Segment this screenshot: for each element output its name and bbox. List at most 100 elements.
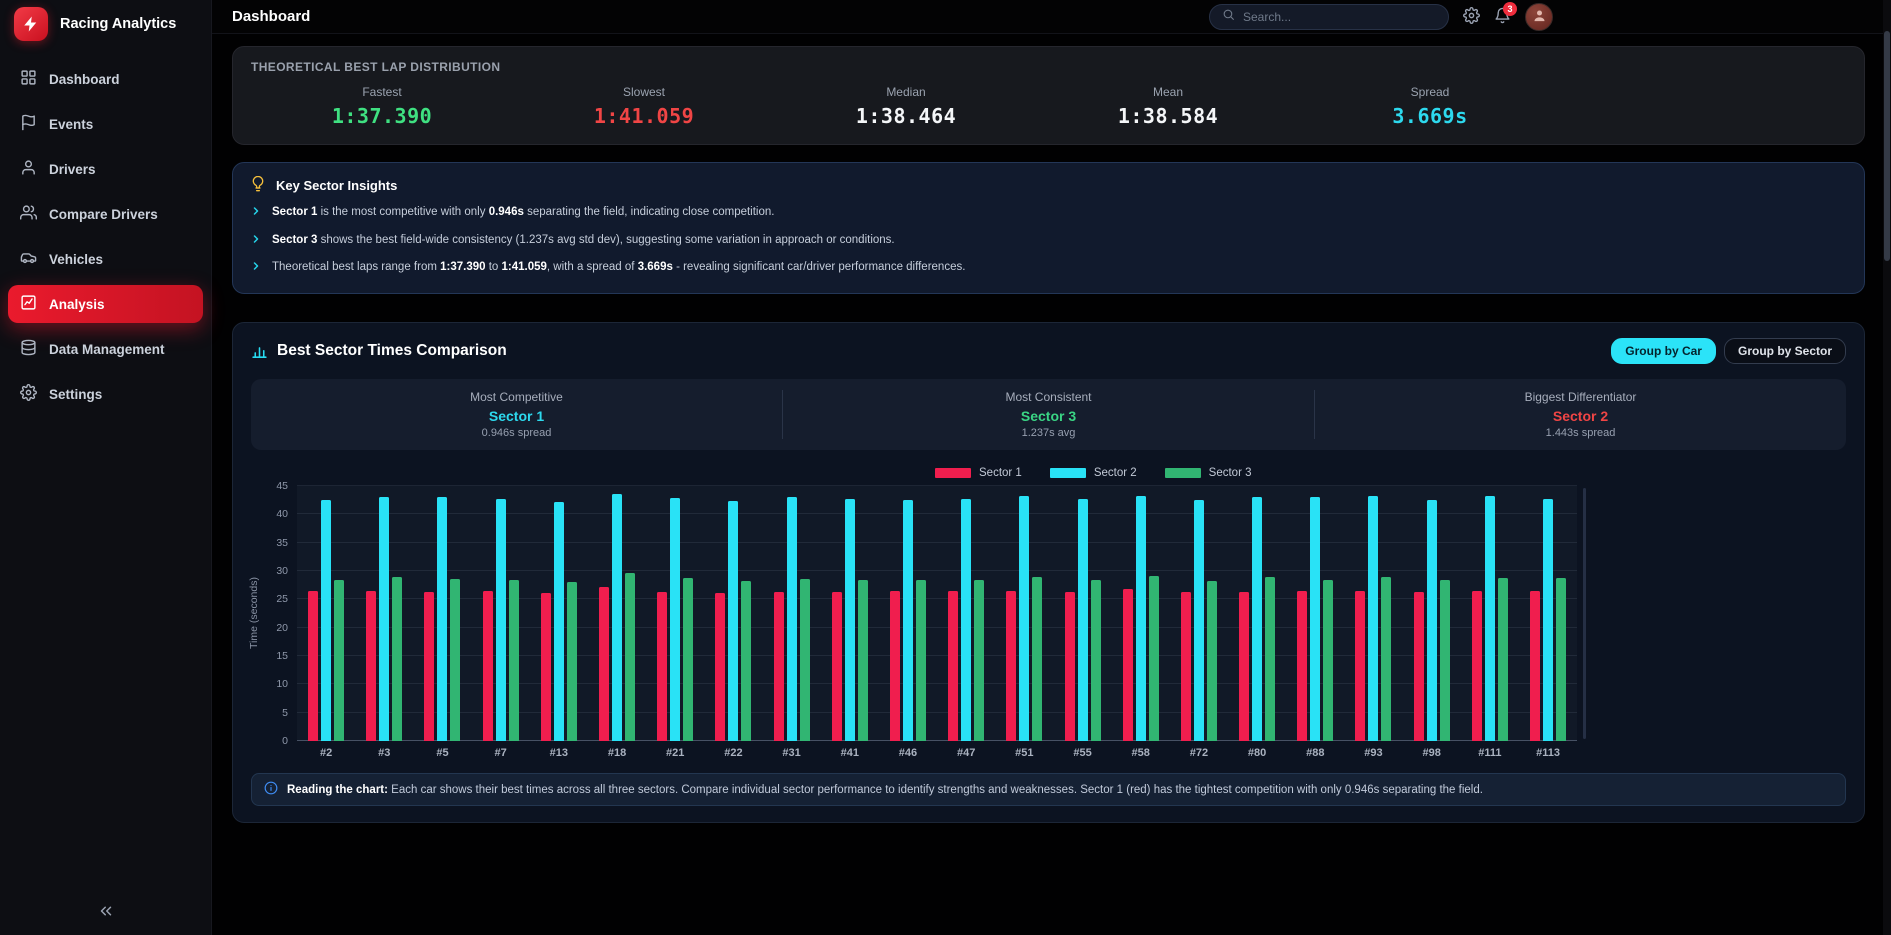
y-tick-label: 20 (276, 621, 288, 634)
sidebar-item-label: Analysis (49, 296, 105, 312)
bar-group-2 (297, 486, 355, 742)
bar-group-47 (937, 486, 995, 742)
y-tick-label: 40 (276, 508, 288, 521)
x-tick-label: #13 (549, 747, 569, 760)
bar-group-5 (413, 486, 471, 742)
group-by-car-button[interactable]: Group by Car (1611, 338, 1716, 365)
lap-stat-mean: Mean 1:38.584 (1037, 85, 1299, 128)
user-avatar[interactable] (1525, 2, 1553, 31)
bar-group-80 (1228, 486, 1286, 742)
bar-sector-1-93 (1355, 590, 1366, 742)
y-tick-label: 45 (276, 480, 288, 493)
bar-sector-2-47 (961, 499, 972, 742)
settings-button[interactable] (1463, 6, 1480, 27)
bar-sector-1-18 (599, 587, 610, 742)
insights-title-row: Key Sector Insights (250, 175, 1847, 195)
user-icon (20, 159, 37, 179)
page-scrollbar[interactable] (1883, 0, 1891, 935)
bar-sector-1-88 (1297, 591, 1308, 742)
bar-group-72 (1170, 486, 1228, 742)
sidebar-item-data-management[interactable]: Data Management (8, 330, 203, 368)
sidebar-item-events[interactable]: Events (8, 105, 203, 143)
y-axis-ticks: 0 5 10 15 20 25 30 35 40 45 (261, 480, 291, 747)
stat-value: 1:41.059 (593, 104, 695, 128)
sidebar-collapse-button[interactable] (0, 902, 211, 923)
lap-stat-spread: Spread 3.669s (1299, 85, 1561, 128)
x-tick-label: #88 (1306, 747, 1325, 760)
stat-label: Spread (1410, 85, 1450, 99)
users-icon (20, 204, 38, 224)
x-tick-label: #47 (956, 747, 976, 760)
grid-icon (20, 69, 37, 89)
bar-sector-1-51 (1006, 590, 1017, 742)
highlight-label: Most Consistent (1005, 390, 1092, 405)
x-axis-labels: #2 #3 #5 #7 #13 #18 #21 #22 #31 #41 #46 #47 #51 #55 #5… (297, 747, 1577, 759)
sidebar-item-settings[interactable]: Settings (8, 375, 203, 413)
bar-sector-1-31 (773, 592, 784, 742)
bar-sector-3-22 (741, 580, 752, 742)
bar-sector-3-5 (450, 578, 461, 742)
legend-item-sector-1[interactable]: Sector 1 (935, 467, 1022, 479)
bar-sector-2-111 (1484, 496, 1495, 742)
sidebar-item-compare-drivers[interactable]: Compare Drivers (8, 195, 203, 233)
stat-label: Mean (1152, 85, 1184, 99)
search-icon (1222, 8, 1235, 26)
bar-sector-3-21 (683, 577, 694, 742)
bar-group-13 (530, 486, 588, 742)
flag-icon (20, 114, 37, 134)
sidebar-item-label: Settings (49, 386, 103, 402)
x-tick-label: #7 (494, 747, 507, 760)
chart-legend: Sector 1 Sector 2 Sector 3 (935, 467, 1852, 479)
group-by-sector-button[interactable]: Group by Sector (1723, 338, 1846, 365)
highlight-sub: 1.443s spread (1545, 427, 1616, 440)
search-box[interactable] (1209, 3, 1449, 30)
stat-value: 3.669s (1392, 104, 1468, 128)
bar-sector-2-21 (670, 497, 681, 742)
x-tick-label: #22 (724, 747, 743, 760)
bar-sector-2-41 (844, 498, 855, 742)
bar-group-88 (1286, 486, 1344, 742)
bar-groups (297, 486, 1577, 742)
scrollbar-thumb[interactable] (1884, 31, 1890, 261)
chart-plot[interactable] (297, 485, 1586, 742)
chart-icon (20, 294, 37, 314)
topbar: Dashboard 3 (212, 0, 1891, 34)
sector-comparison-card: Best Sector Times Comparison Group by Ca… (232, 322, 1865, 824)
y-tick-label: 15 (276, 650, 288, 663)
bar-sector-1-72 (1180, 592, 1191, 742)
lap-stat-fastest: Fastest 1:37.390 (251, 85, 513, 128)
bar-sector-1-55 (1064, 592, 1075, 742)
x-tick-label: #113 (1536, 747, 1560, 760)
bar-sector-2-113 (1543, 498, 1554, 742)
sidebar-item-dashboard[interactable]: Dashboard (8, 60, 203, 98)
x-tick-label: #46 (898, 747, 918, 760)
bar-group-98 (1403, 486, 1461, 742)
lap-distribution-card: THEORETICAL BEST LAP DISTRIBUTION Fastes… (232, 46, 1865, 145)
sidebar-item-analysis[interactable]: Analysis (8, 285, 203, 323)
bar-sector-1-13 (540, 592, 551, 742)
sidebar-item-vehicles[interactable]: Vehicles (8, 240, 203, 278)
notifications-button[interactable]: 3 (1494, 1, 1517, 27)
sidebar-item-label: Data Management (49, 341, 165, 357)
chevron-right-icon (250, 259, 262, 278)
bar-sector-2-2 (321, 500, 332, 742)
bar-sector-3-18 (625, 573, 636, 742)
bar-group-22 (704, 486, 762, 742)
y-tick-label: 35 (276, 536, 288, 549)
legend-item-sector-2[interactable]: Sector 2 (1049, 467, 1137, 479)
bar-sector-1-58 (1122, 589, 1133, 742)
search-input[interactable] (1243, 9, 1436, 24)
chart-note-text: Reading the chart: Each car shows their … (287, 783, 1483, 796)
x-tick-label: #80 (1247, 747, 1267, 760)
car-icon (20, 249, 37, 269)
highlight-label: Biggest Differentiator (1524, 390, 1637, 405)
bar-group-51 (995, 486, 1053, 742)
x-tick-label: #2 (319, 747, 333, 760)
bar-sector-2-93 (1368, 495, 1379, 742)
sidebar-item-drivers[interactable]: Drivers (8, 150, 203, 188)
gear-icon (1463, 6, 1480, 27)
sidebar: Racing Analytics Dashboard Events Drivers C… (0, 0, 212, 935)
legend-item-sector-3[interactable]: Sector 3 (1164, 467, 1251, 479)
bar-sector-3-55 (1090, 579, 1101, 742)
bar-sector-1-2 (308, 591, 319, 742)
